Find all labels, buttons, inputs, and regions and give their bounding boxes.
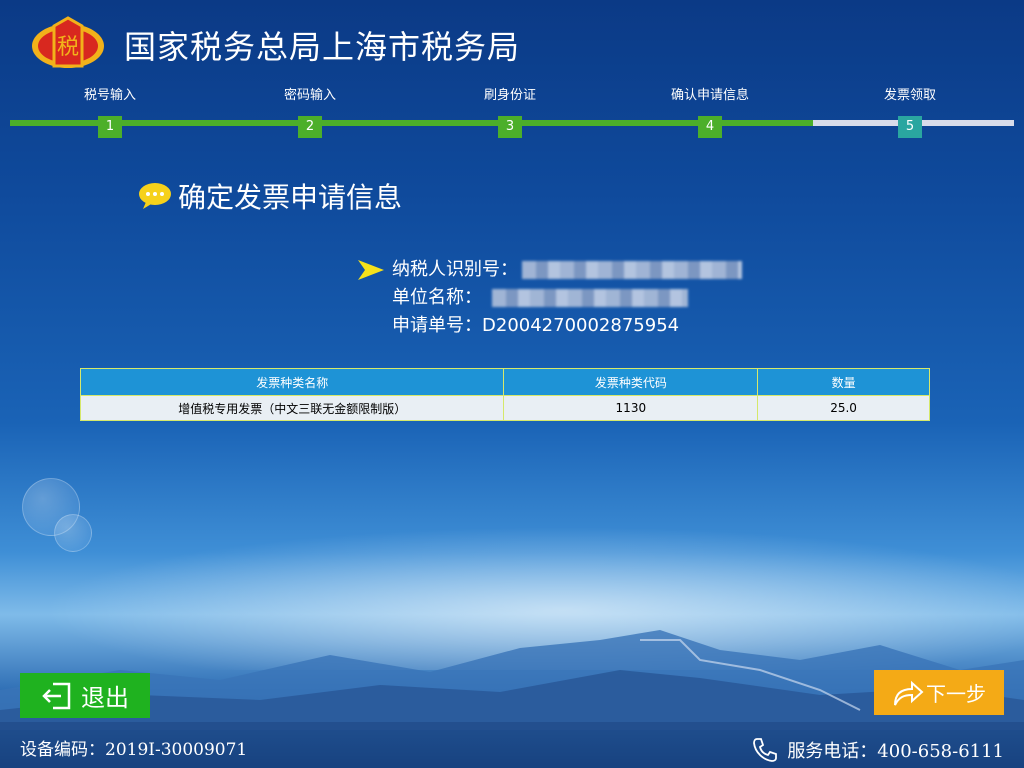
tax-emblem-logo: 税 [32,16,104,68]
device-code: 设备编码：2019I-30009071 [20,740,248,760]
company-row: 单位名称： [358,284,742,312]
column-header: 数量 [757,368,930,396]
arrow-right-icon [358,260,384,280]
step-label: 确认申请信息 [670,88,749,103]
step-number: 4 [698,116,722,138]
step-number: 3 [498,116,522,138]
invoice-table: 发票种类名称 发票种类代码 数量 增值税专用发票（中文三联无金额限制版） 113… [79,368,930,421]
table-header-row: 发票种类名称 发票种类代码 数量 [79,368,930,396]
phone-icon [753,738,778,762]
step-5: 发票领取 5 [850,86,970,138]
step-3: 刷身份证 3 [450,86,570,138]
step-number: 5 [898,116,922,138]
step-label: 密码输入 [283,88,336,103]
decorative-bubble [54,514,92,552]
step-number: 2 [298,116,322,138]
step-label: 刷身份证 [483,88,536,103]
next-step-button[interactable]: 下一步 [874,670,1004,715]
column-header: 发票种类名称 [79,368,505,396]
step-1: 税号输入 1 [50,86,170,138]
taxpayer-id-label: 纳税人识别号： [392,259,518,280]
company-label: 单位名称： [392,287,482,308]
column-header: 发票种类代码 [503,368,759,396]
company-name-redacted [492,289,688,307]
service-phone: 服务电话：400-658-6111 [751,736,1004,764]
taxpayer-id-redacted [522,261,742,279]
invoice-type-name: 增值税专用发票（中文三联无金额限制版） [79,395,505,421]
service-phone-text: 服务电话：400-658-6111 [787,741,1004,762]
application-label: 申请单号： [392,315,482,336]
section-heading: 确定发票申请信息 [138,176,402,216]
table-row: 增值税专用发票（中文三联无金额限制版） 1130 25.0 [79,395,930,421]
section-title: 确定发票申请信息 [178,181,403,214]
exit-label: 退出 [81,684,129,712]
great-wall-background [0,630,1024,730]
step-number: 1 [98,116,122,138]
chat-bubble-icon [139,183,171,209]
svg-text:税: 税 [57,35,79,60]
taxpayer-id-row: 纳税人识别号： [358,256,742,284]
progress-steps: 税号输入 1 密码输入 2 刷身份证 3 确认申请信息 4 发票领取 5 [10,86,1014,142]
exit-button[interactable]: 退出 [20,673,150,718]
forward-arrow-icon [894,680,924,705]
invoice-quantity: 25.0 [757,395,930,421]
step-label: 发票领取 [883,88,936,103]
application-info: 纳税人识别号： 单位名称： 申请单号： D2004270002875954 [358,256,742,340]
exit-icon [42,682,71,709]
application-number: D2004270002875954 [482,315,680,336]
invoice-type-code: 1130 [503,395,759,421]
page-title: 国家税务总局上海市税务局 [124,28,521,66]
application-row: 申请单号： D2004270002875954 [358,312,742,340]
next-step-label: 下一步 [926,682,986,706]
step-4: 确认申请信息 4 [650,86,770,138]
step-label: 税号输入 [83,88,136,103]
step-2: 密码输入 2 [250,86,370,138]
